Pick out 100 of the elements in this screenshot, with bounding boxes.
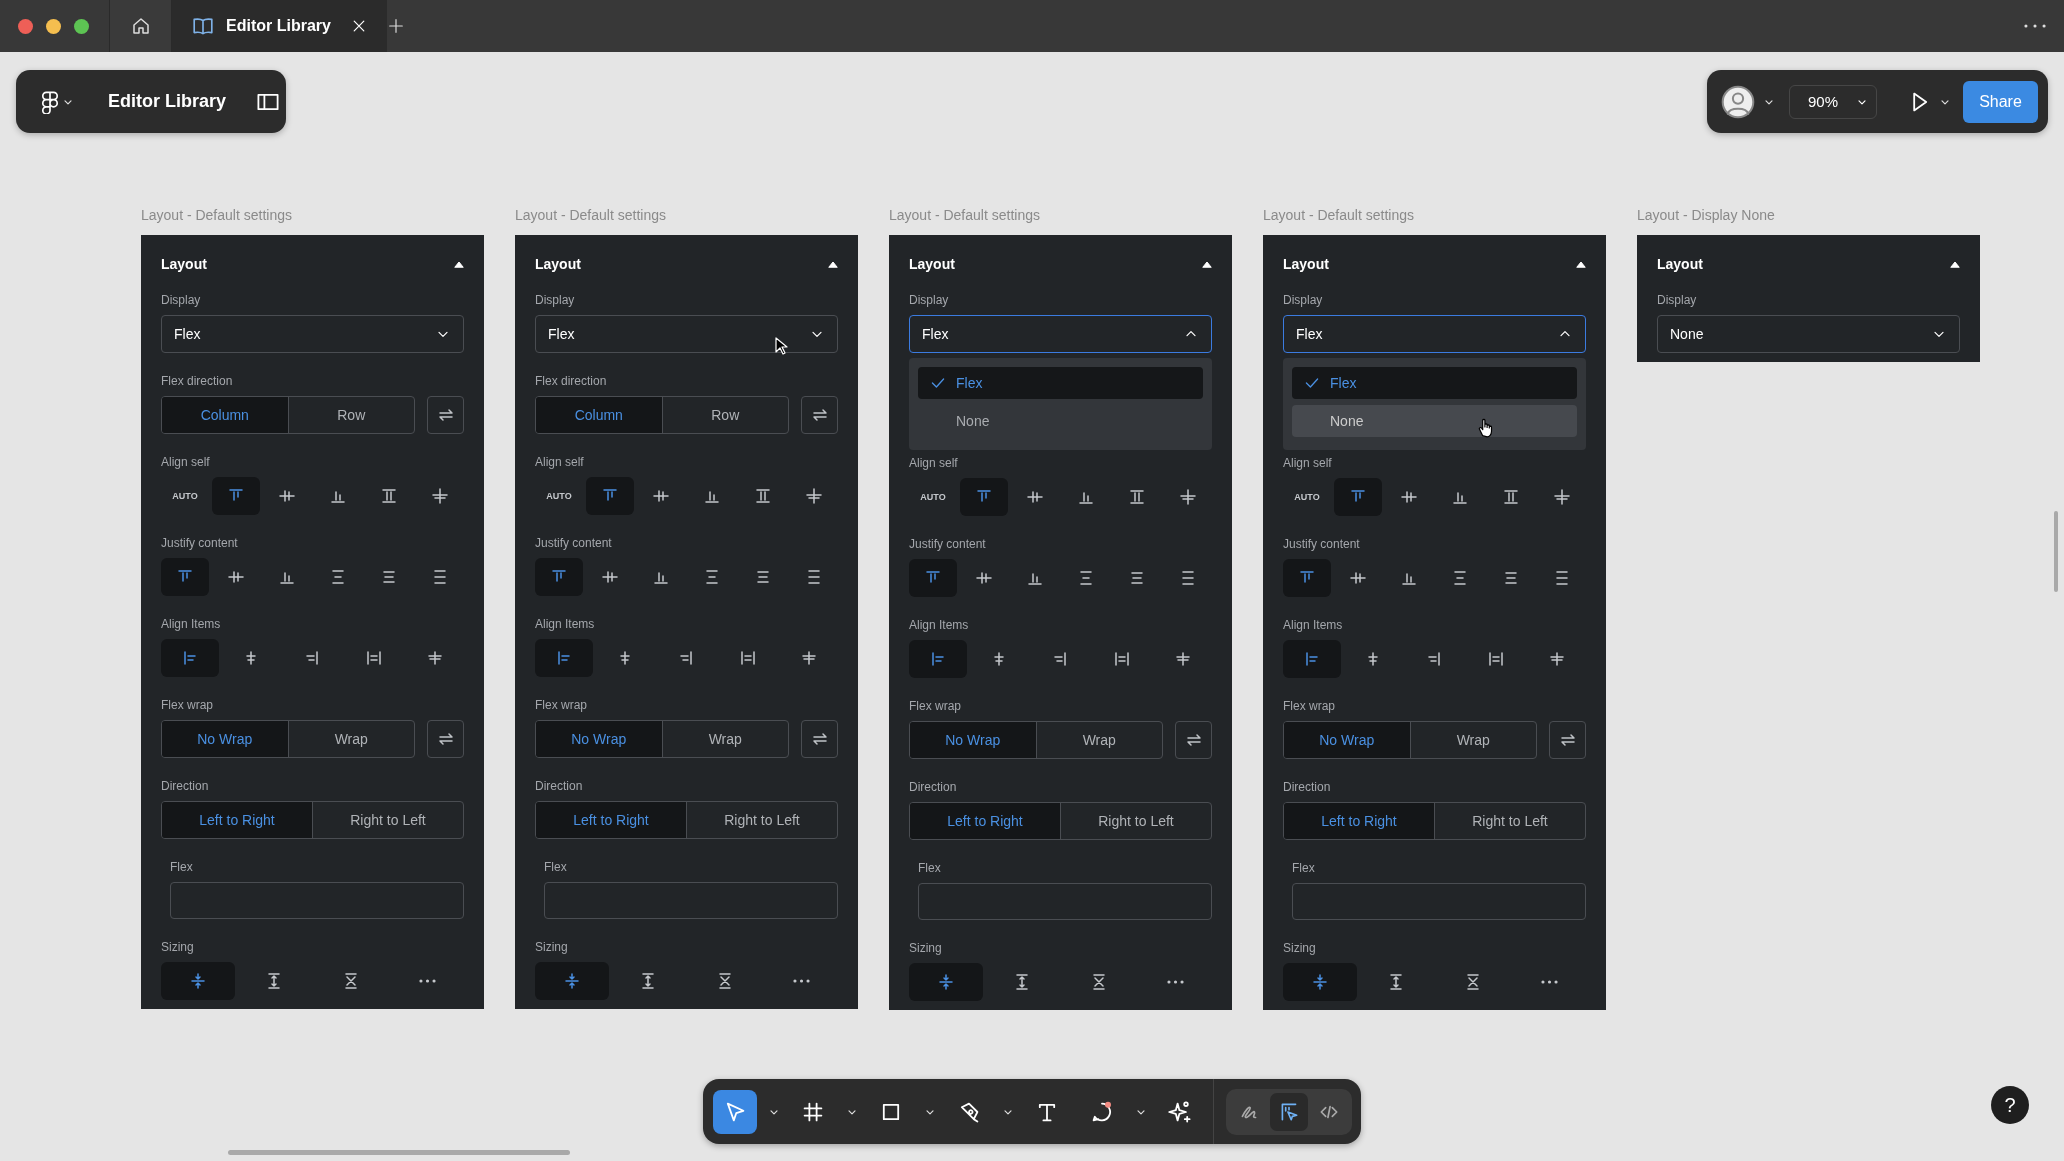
baseline-icon	[1178, 487, 1198, 507]
triangle-icon	[828, 259, 838, 269]
menu-option[interactable]: Flex	[918, 367, 1203, 399]
window-maximize-button[interactable]	[74, 18, 89, 34]
segment-option[interactable]: Left to Right	[1284, 803, 1434, 839]
move-tool-button[interactable]	[713, 1089, 757, 1134]
avatar-button[interactable]	[1721, 84, 1755, 119]
section-label: Flex	[544, 859, 568, 875]
option-button[interactable]	[535, 639, 594, 677]
input-field[interactable]	[918, 883, 1212, 920]
segment-option[interactable]: No Wrap	[536, 721, 662, 757]
collapse-button[interactable]	[1576, 259, 1586, 269]
segment-option[interactable]: Row	[287, 397, 414, 433]
option-button[interactable]	[586, 477, 634, 515]
swap-button[interactable]	[1175, 721, 1212, 759]
share-button[interactable]: Share	[1963, 80, 2038, 123]
segment-option[interactable]: Wrap	[287, 721, 414, 757]
baseline-icon	[804, 486, 824, 506]
option-button[interactable]	[909, 559, 957, 597]
segment-option[interactable]: Wrap	[1035, 722, 1162, 758]
segment-option[interactable]: No Wrap	[1284, 722, 1410, 758]
vertical-scrollbar[interactable]	[2054, 511, 2058, 592]
menu-option[interactable]: Flex	[1292, 367, 1577, 399]
collapse-button[interactable]	[828, 259, 838, 269]
collapse-button[interactable]	[454, 259, 464, 269]
section-label: Display	[1283, 292, 1324, 308]
option-button[interactable]	[212, 477, 260, 515]
option-button[interactable]	[161, 639, 220, 677]
section-label: Align Items	[161, 616, 222, 632]
segment-option[interactable]: Right to Left	[1434, 803, 1585, 839]
input-field[interactable]	[1292, 883, 1586, 920]
horizontal-scrollbar[interactable]	[228, 1150, 570, 1155]
section-label: Flex	[918, 860, 942, 876]
display-dropdown[interactable]: Flex	[535, 315, 838, 353]
section-label: Align Items	[1283, 617, 1344, 633]
display-dropdown[interactable]: None	[1657, 315, 1960, 353]
display-dropdown[interactable]: Flex	[1283, 315, 1586, 353]
segment-option[interactable]: No Wrap	[162, 721, 288, 757]
menu-option[interactable]: None	[918, 405, 1203, 437]
collapse-button[interactable]	[1202, 259, 1212, 269]
stretch-icon	[1127, 487, 1147, 507]
input-field[interactable]	[544, 882, 838, 919]
browser-tab[interactable]: Editor Library	[171, 0, 387, 52]
section-label: Align Items	[909, 617, 970, 633]
segment-option[interactable]: No Wrap	[910, 722, 1036, 758]
swap-button[interactable]	[801, 720, 838, 758]
section-label: Flex direction	[535, 373, 608, 389]
option-button[interactable]	[1334, 478, 1382, 516]
section-label: Align self	[535, 454, 585, 470]
stretch-icon	[753, 486, 773, 506]
option-button[interactable]	[535, 558, 583, 596]
section-label: Flex	[170, 859, 194, 875]
baseline-icon	[430, 486, 450, 506]
auto-button[interactable]: AUTO	[909, 478, 957, 516]
help-button[interactable]: ?	[1991, 1086, 2029, 1124]
section-label: Align self	[1283, 455, 1333, 471]
segment-option[interactable]: Row	[661, 397, 788, 433]
auto-button[interactable]: AUTO	[161, 477, 209, 515]
option-button[interactable]	[1283, 640, 1342, 678]
segment-option[interactable]: Right to Left	[686, 802, 837, 838]
section-label: Direction	[1283, 779, 1332, 795]
section-label: Align self	[161, 454, 211, 470]
segment-option[interactable]: Column	[162, 397, 288, 433]
section-label: Direction	[909, 779, 958, 795]
design-mode-button[interactable]	[1270, 1092, 1308, 1131]
segment-option[interactable]: Wrap	[1409, 722, 1536, 758]
menu-option[interactable]: None	[1292, 405, 1577, 437]
auto-button[interactable]: AUTO	[1283, 478, 1331, 516]
window-minimize-button[interactable]	[46, 18, 61, 34]
option-button[interactable]	[1283, 559, 1331, 597]
more-icon	[1166, 980, 1184, 984]
option-button[interactable]	[909, 640, 968, 678]
option-button[interactable]	[161, 558, 209, 596]
swap-button[interactable]	[427, 720, 464, 758]
swap-button[interactable]	[801, 396, 838, 434]
segment-option[interactable]: Wrap	[661, 721, 788, 757]
book-icon	[192, 15, 214, 37]
segment-option[interactable]: Right to Left	[1060, 803, 1211, 839]
input-field[interactable]	[170, 882, 464, 919]
stretch-icon	[1501, 487, 1521, 507]
section-label: Justify content	[1283, 536, 1361, 552]
option-button[interactable]	[960, 478, 1008, 516]
swap-button[interactable]	[1549, 721, 1586, 759]
display-dropdown[interactable]: Flex	[161, 315, 464, 353]
swap-button[interactable]	[427, 396, 464, 434]
auto-button[interactable]: AUTO	[535, 477, 583, 515]
more-icon	[418, 979, 436, 983]
segment-option[interactable]: Right to Left	[312, 802, 463, 838]
panel-title: Layout	[161, 256, 207, 272]
section-label: Flex	[1292, 860, 1316, 876]
frame-caption: Layout - Default settings	[515, 206, 667, 224]
segment-option[interactable]: Left to Right	[536, 802, 686, 838]
segment-option[interactable]: Left to Right	[162, 802, 312, 838]
zoom-dropdown[interactable]: 90%	[1789, 84, 1877, 119]
segment-option[interactable]: Left to Right	[910, 803, 1060, 839]
section-label: Align self	[909, 455, 959, 471]
collapse-button[interactable]	[1950, 259, 1960, 269]
display-dropdown[interactable]: Flex	[909, 315, 1212, 353]
window-close-button[interactable]	[18, 18, 33, 34]
segment-option[interactable]: Column	[536, 397, 662, 433]
